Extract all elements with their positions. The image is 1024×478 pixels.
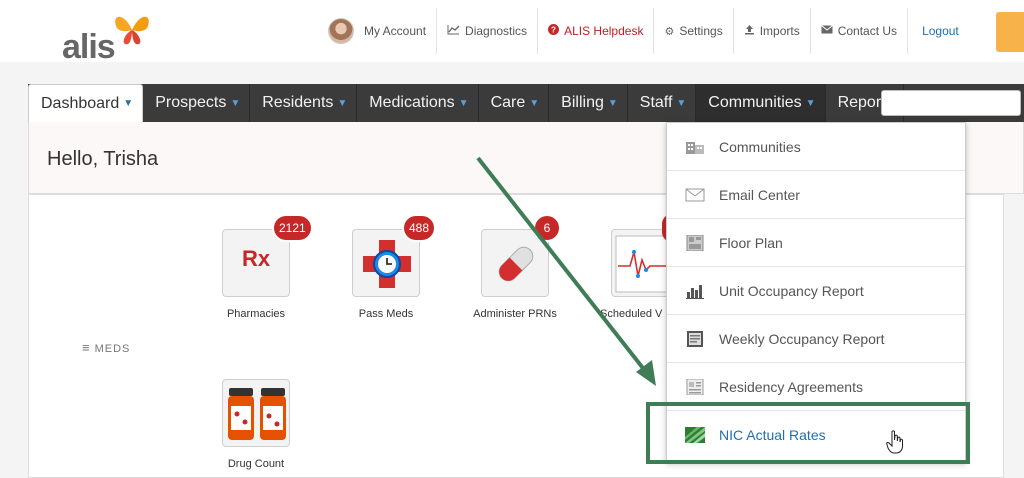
- notification-tab[interactable]: [996, 12, 1024, 52]
- building-icon: [686, 141, 704, 154]
- imports-link[interactable]: Imports: [734, 8, 811, 54]
- contact-link[interactable]: Contact Us: [811, 8, 909, 54]
- diagnostics-label: Diagnostics: [465, 24, 528, 38]
- chevron-down-icon: ▼: [337, 97, 348, 109]
- nav-prospects-label: Prospects: [155, 94, 227, 111]
- pass-meds-label[interactable]: Pass Meds: [326, 308, 446, 320]
- pill-bottles-icon: [228, 388, 286, 440]
- nav-communities[interactable]: Communities ▼: [696, 84, 826, 122]
- butterfly-icon: [115, 16, 149, 45]
- upload-icon: [744, 24, 755, 38]
- settings-link[interactable]: ⚙ Settings: [654, 8, 734, 54]
- dropdown-label: Weekly Occupancy Report: [719, 330, 885, 347]
- nav-billing-label: Billing: [561, 94, 604, 111]
- envelope-icon: [820, 25, 833, 37]
- nav-staff-label: Staff: [639, 94, 673, 111]
- document-icon: [686, 378, 704, 395]
- nav-residents[interactable]: Residents ▼: [250, 84, 358, 122]
- greeting-text: Hello, Trisha: [47, 148, 159, 170]
- nav-medications[interactable]: Medications ▼: [357, 84, 479, 122]
- chevron-down-icon: ▼: [230, 97, 241, 109]
- dropdown-item-floor-plan[interactable]: Floor Plan: [667, 219, 965, 267]
- dropdown-label: Floor Plan: [719, 234, 783, 251]
- dropdown-label: Email Center: [719, 186, 800, 203]
- floor-plan-icon: [686, 234, 704, 251]
- helpdesk-link[interactable]: ? ALIS Helpdesk: [538, 8, 655, 54]
- administer-prns-label[interactable]: Administer PRNs: [455, 308, 575, 320]
- top-header: alis My Account Diagnostics ? ALIS Helpd…: [0, 0, 1024, 66]
- chevron-down-icon: ▼: [529, 97, 540, 109]
- hamburger-icon: ≡: [82, 340, 91, 355]
- dropdown-item-weekly-occupancy-report[interactable]: Weekly Occupancy Report: [667, 315, 965, 363]
- drug-count-tile[interactable]: [222, 379, 290, 447]
- search-input[interactable]: [881, 90, 1021, 116]
- report-icon: [687, 330, 703, 347]
- bar-chart-icon: [686, 284, 704, 299]
- main-nav: Dashboard ▼ Prospects ▼ Residents ▼ Medicat…: [28, 84, 1024, 122]
- dropdown-item-email-center[interactable]: Email Center: [667, 171, 965, 219]
- meds-label-text: MEDS: [94, 343, 131, 355]
- administer-prns-badge: 6: [533, 214, 561, 242]
- nav-care[interactable]: Care ▼: [479, 84, 550, 122]
- nav-staff[interactable]: Staff ▼: [628, 84, 697, 122]
- meds-section-label: ≡ MEDS: [82, 340, 130, 355]
- nav-care-label: Care: [490, 94, 526, 111]
- avatar: [328, 18, 354, 44]
- gear-icon: ⚙: [664, 25, 675, 38]
- nav-dashboard[interactable]: Dashboard ▼: [28, 84, 144, 122]
- diagnostics-link[interactable]: Diagnostics: [437, 8, 539, 54]
- pharmacies-label[interactable]: Pharmacies: [196, 308, 316, 320]
- my-account-label: My Account: [364, 24, 427, 38]
- nav-communities-label: Communities: [708, 94, 802, 111]
- logout-label: Logout: [922, 24, 959, 38]
- dropdown-label: Unit Occupancy Report: [719, 282, 864, 299]
- dropdown-item-communities[interactable]: Communities: [667, 123, 965, 171]
- scheduled-label[interactable]: Scheduled V: [600, 308, 662, 320]
- logo-text: alis: [62, 28, 116, 66]
- imports-label: Imports: [759, 24, 800, 38]
- nav-residents-label: Residents: [262, 94, 334, 111]
- header-links: My Account Diagnostics ? ALIS Helpdesk ⚙…: [318, 8, 973, 54]
- dropdown-label: Communities: [719, 138, 801, 155]
- drug-count-label[interactable]: Drug Count: [196, 458, 316, 470]
- contact-label: Contact Us: [837, 24, 898, 38]
- nav-medications-label: Medications: [369, 94, 455, 111]
- rx-icon: Rx: [241, 246, 271, 271]
- chevron-down-icon: ▼: [676, 97, 687, 109]
- svg-text:?: ?: [551, 26, 556, 35]
- hand-cursor-icon: [886, 430, 903, 454]
- pass-meds-badge: 488: [402, 214, 437, 242]
- right-strip: [1004, 194, 1024, 478]
- question-circle-icon: ?: [548, 24, 560, 38]
- nav-prospects[interactable]: Prospects ▼: [143, 84, 251, 122]
- helpdesk-label: ALIS Helpdesk: [564, 24, 644, 38]
- chevron-down-icon: ▼: [123, 98, 134, 109]
- nav-dashboard-label: Dashboard: [41, 94, 120, 112]
- nav-billing[interactable]: Billing ▼: [549, 84, 628, 122]
- chevron-down-icon: ▼: [805, 97, 816, 109]
- alis-logo[interactable]: alis: [30, 6, 149, 66]
- envelope-icon: [685, 188, 705, 201]
- dropdown-label: Residency Agreements: [719, 378, 863, 395]
- logout-link[interactable]: Logout: [908, 8, 973, 54]
- my-account-link[interactable]: My Account: [318, 8, 438, 54]
- highlight-box: [646, 402, 970, 464]
- settings-label: Settings: [679, 24, 723, 38]
- line-chart-icon: [447, 24, 460, 38]
- dropdown-item-unit-occupancy-report[interactable]: Unit Occupancy Report: [667, 267, 965, 315]
- chevron-down-icon: ▼: [607, 97, 618, 109]
- pharmacies-badge: 2121: [272, 214, 313, 242]
- chevron-down-icon: ▼: [458, 97, 469, 109]
